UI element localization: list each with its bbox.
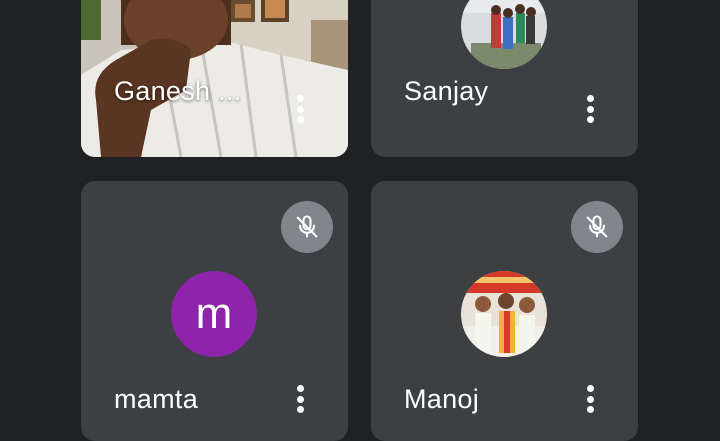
more-options-icon[interactable]	[578, 89, 602, 129]
participant-tile-mamta[interactable]: m mamta	[81, 181, 348, 441]
participant-name: mamta	[114, 384, 199, 414]
participant-name: Sanjay	[404, 76, 489, 106]
more-options-icon[interactable]	[578, 379, 602, 419]
participant-tile-manoj[interactable]: Manoj	[371, 181, 638, 441]
participant-tile-ganesh[interactable]: Ganesh ...	[81, 0, 348, 157]
participant-name: Ganesh ...	[114, 76, 242, 106]
mic-off-icon	[281, 201, 333, 253]
more-options-icon[interactable]	[288, 379, 312, 419]
participant-tile-sanjay[interactable]: Sanjay	[371, 0, 638, 157]
profile-photo-avatar	[461, 271, 547, 357]
more-options-icon[interactable]	[288, 89, 312, 129]
profile-photo-avatar	[461, 0, 547, 69]
mic-off-icon	[571, 201, 623, 253]
participant-name: Manoj	[404, 384, 480, 414]
letter-avatar: m	[171, 271, 257, 357]
